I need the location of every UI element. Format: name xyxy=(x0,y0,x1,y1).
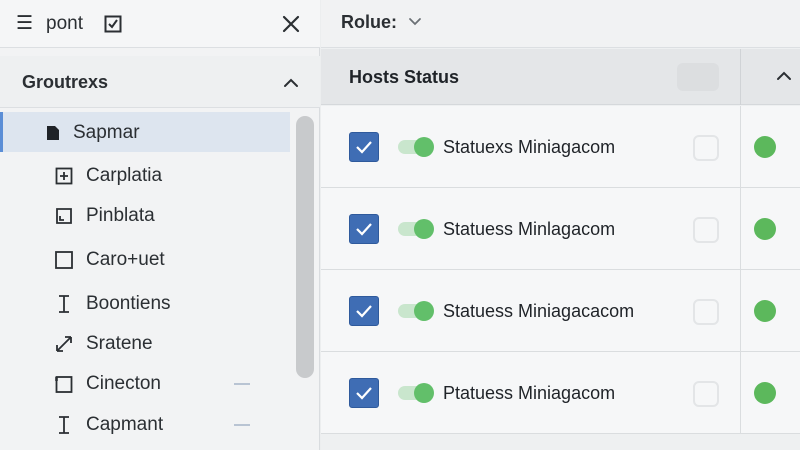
group-header[interactable]: Groutrexs xyxy=(0,56,320,108)
chevron-up-icon[interactable] xyxy=(281,73,301,93)
sidebar-item-label: Capmant xyxy=(86,414,164,435)
row-action-icon[interactable] xyxy=(693,299,719,325)
row-toggle[interactable] xyxy=(398,137,434,157)
sidebar-item-label: Pinblata xyxy=(86,205,155,226)
square-icon xyxy=(54,250,74,270)
main-panel: Rolue: Hosts Status Statuexs Miniagacom xyxy=(321,0,800,450)
host-name: Ptatuess Miniagacom xyxy=(443,383,616,403)
row-toggle[interactable] xyxy=(398,383,434,403)
sidebar-item-capmant[interactable]: Capmant xyxy=(0,404,290,444)
sidebar-scrollbar[interactable] xyxy=(294,116,316,380)
sidebar-item-sratene[interactable]: Sratene xyxy=(0,323,290,363)
frame-icon xyxy=(54,206,74,226)
status-indicator xyxy=(754,300,776,322)
file-icon xyxy=(43,123,63,143)
left-panel: ☰ pont Groutrexs Sapmar Carplatia Pinbla… xyxy=(0,0,320,450)
toggle-knob xyxy=(414,383,434,403)
close-icon[interactable] xyxy=(278,11,304,37)
status-indicator xyxy=(754,136,776,158)
row-checkbox[interactable] xyxy=(349,132,379,162)
host-name: Statuess Miniagacacom xyxy=(443,301,635,321)
column-divider xyxy=(740,188,741,270)
add-box-icon xyxy=(54,166,74,186)
host-name: Statuess Minlagacom xyxy=(443,219,616,239)
chevron-up-icon[interactable] xyxy=(773,65,795,87)
scrollbar-thumb[interactable] xyxy=(296,116,314,378)
collapse-dash[interactable] xyxy=(234,383,250,385)
status-indicator xyxy=(754,218,776,240)
checklist-icon[interactable] xyxy=(104,15,122,33)
row-toggle[interactable] xyxy=(398,219,434,239)
column-divider xyxy=(740,106,741,188)
table-row[interactable]: Ptatuess Miniagacom xyxy=(321,352,800,434)
text-cursor-icon xyxy=(54,415,74,435)
row-action-icon[interactable] xyxy=(693,381,719,407)
sidebar-item-cinecton[interactable]: Cinecton xyxy=(0,363,290,403)
table-row[interactable]: Statuess Miniagacacom xyxy=(321,270,800,352)
row-checkbox[interactable] xyxy=(349,378,379,408)
menu-icon[interactable]: ☰ xyxy=(16,13,36,35)
grid-view-icon[interactable] xyxy=(677,63,719,91)
toolbar-title: pont xyxy=(46,13,83,34)
toggle-knob xyxy=(414,137,434,157)
status-indicator xyxy=(754,382,776,404)
sidebar-item-label: Cinecton xyxy=(86,373,161,394)
expand-arrows-icon xyxy=(54,334,74,354)
role-bar: Rolue: xyxy=(321,0,800,48)
host-name: Statuexs Miniagacom xyxy=(443,137,616,157)
table-row[interactable]: Statuess Minlagacom xyxy=(321,188,800,270)
text-cursor-icon xyxy=(54,294,74,314)
toggle-knob xyxy=(414,301,434,321)
sidebar-item-label: Sapmar xyxy=(73,122,140,143)
group-title: Groutrexs xyxy=(22,72,109,92)
toggle-knob xyxy=(414,219,434,239)
chevron-down-icon[interactable] xyxy=(407,14,423,30)
sidebar-item-sapmar[interactable]: Sapmar xyxy=(0,112,290,152)
sidebar-item-label: Sratene xyxy=(86,333,153,354)
sidebar-item-label: Carplatia xyxy=(86,165,163,186)
sidebar-item-carouet[interactable]: Caro+uet xyxy=(0,239,290,279)
row-checkbox[interactable] xyxy=(349,296,379,326)
sidebar-item-carplatia[interactable]: Carplatia xyxy=(0,155,290,195)
sidebar-item-label: Caro+uet xyxy=(86,249,165,270)
header-divider xyxy=(740,49,741,105)
left-toolbar: ☰ pont xyxy=(0,0,320,48)
column-divider xyxy=(740,352,741,434)
row-toggle[interactable] xyxy=(398,301,434,321)
collapse-dash[interactable] xyxy=(234,424,250,426)
sidebar-item-boontiens[interactable]: Boontiens xyxy=(0,283,290,323)
table-row[interactable]: Statuexs Miniagacom xyxy=(321,106,800,188)
sidebar-item-pinblata[interactable]: Pinblata xyxy=(0,195,290,235)
row-action-icon[interactable] xyxy=(693,217,719,243)
row-action-icon[interactable] xyxy=(693,135,719,161)
column-divider xyxy=(740,270,741,352)
hosts-status-title: Hosts Status xyxy=(349,67,460,87)
hosts-status-header[interactable]: Hosts Status xyxy=(321,49,800,105)
sidebar-item-label: Boontiens xyxy=(86,293,171,314)
row-checkbox[interactable] xyxy=(349,214,379,244)
square-frame-icon xyxy=(54,374,74,394)
role-selector[interactable]: Rolue: xyxy=(341,12,397,33)
